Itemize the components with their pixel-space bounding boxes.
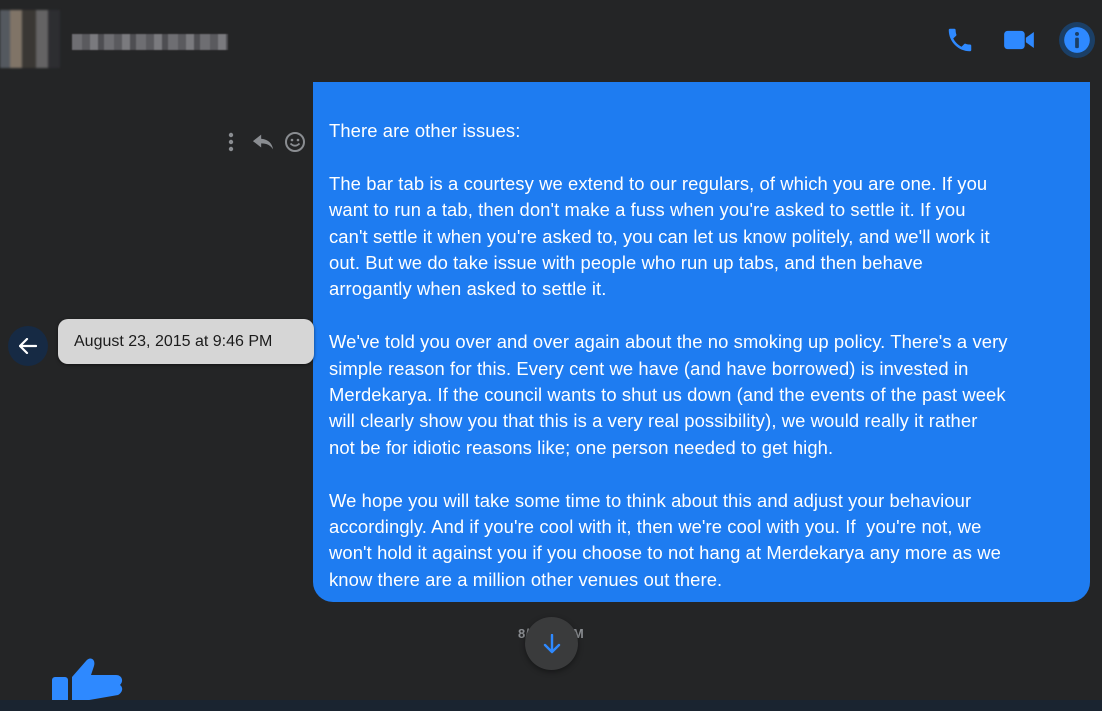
- more-options-icon[interactable]: [220, 130, 242, 154]
- info-icon-svg: [1064, 27, 1090, 53]
- arrow-down-icon: [543, 633, 560, 653]
- message-actions: [220, 128, 306, 156]
- date-tooltip: August 23, 2015 at 9:46 PM: [58, 319, 314, 364]
- contact-name[interactable]: [72, 34, 228, 50]
- arrow-left-icon: [19, 338, 37, 354]
- phone-icon-svg: [948, 28, 972, 52]
- emoji-react-icon[interactable]: [284, 130, 306, 154]
- video-camera-icon[interactable]: [1003, 24, 1035, 56]
- video-camera-icon-svg: [1004, 30, 1034, 50]
- message-paragraph: We hope you will take some time to think…: [329, 489, 1001, 590]
- phone-icon[interactable]: [944, 24, 976, 56]
- reply-icon[interactable]: [252, 130, 274, 154]
- scroll-to-bottom-button[interactable]: [525, 617, 578, 670]
- message-paragraph: There are other issues:: [329, 120, 521, 141]
- contact-avatar[interactable]: [0, 10, 60, 68]
- conversation-header: [0, 0, 1102, 82]
- info-icon[interactable]: [1059, 22, 1095, 58]
- message-bubble[interactable]: There are other issues: The bar tab is a…: [313, 82, 1090, 602]
- message-paragraph: The bar tab is a courtesy we extend to o…: [329, 172, 990, 300]
- thumbs-up-icon[interactable]: [50, 655, 126, 703]
- message-paragraph: We've told you over and over again about…: [329, 331, 1008, 458]
- bottom-bar: [0, 700, 1102, 711]
- tooltip-date-label: August 23, 2015 at 9:46 PM: [74, 332, 273, 350]
- back-arrow-button[interactable]: [8, 326, 48, 366]
